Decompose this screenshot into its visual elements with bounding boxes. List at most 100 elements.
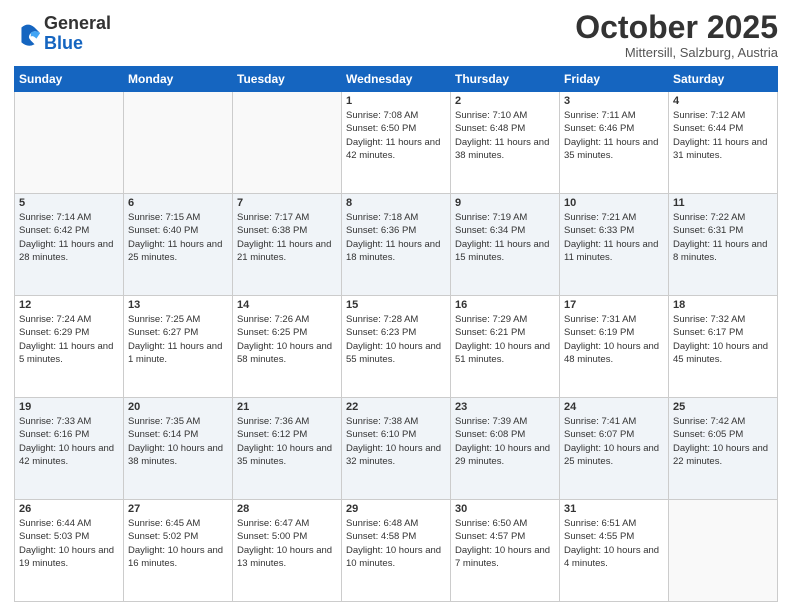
week-row-1: 5Sunrise: 7:14 AMSunset: 6:42 PMDaylight…: [15, 194, 778, 296]
day-info: Sunrise: 7:19 AMSunset: 6:34 PMDaylight:…: [455, 211, 555, 264]
day-number: 24: [564, 401, 664, 413]
daylight-text: Daylight: 10 hours and 45 minutes.: [673, 341, 768, 365]
sunset-text: Sunset: 5:02 PM: [128, 531, 198, 542]
week-row-4: 26Sunrise: 6:44 AMSunset: 5:03 PMDayligh…: [15, 500, 778, 602]
sunset-text: Sunset: 6:46 PM: [564, 123, 634, 134]
day-cell: 20Sunrise: 7:35 AMSunset: 6:14 PMDayligh…: [124, 398, 233, 500]
sunrise-text: Sunrise: 6:48 AM: [346, 518, 418, 529]
sunset-text: Sunset: 6:33 PM: [564, 225, 634, 236]
day-number: 16: [455, 299, 555, 311]
daylight-text: Daylight: 10 hours and 4 minutes.: [564, 545, 659, 569]
sunrise-text: Sunrise: 7:14 AM: [19, 212, 91, 223]
day-info: Sunrise: 7:29 AMSunset: 6:21 PMDaylight:…: [455, 313, 555, 366]
day-info: Sunrise: 6:47 AMSunset: 5:00 PMDaylight:…: [237, 517, 337, 570]
col-tuesday: Tuesday: [233, 67, 342, 92]
daylight-text: Daylight: 10 hours and 32 minutes.: [346, 443, 441, 467]
day-cell: 5Sunrise: 7:14 AMSunset: 6:42 PMDaylight…: [15, 194, 124, 296]
sunset-text: Sunset: 4:58 PM: [346, 531, 416, 542]
day-number: 10: [564, 197, 664, 209]
sunrise-text: Sunrise: 7:21 AM: [564, 212, 636, 223]
day-info: Sunrise: 7:26 AMSunset: 6:25 PMDaylight:…: [237, 313, 337, 366]
day-number: 1: [346, 95, 446, 107]
daylight-text: Daylight: 10 hours and 22 minutes.: [673, 443, 768, 467]
day-number: 23: [455, 401, 555, 413]
day-number: 30: [455, 503, 555, 515]
day-cell: 26Sunrise: 6:44 AMSunset: 5:03 PMDayligh…: [15, 500, 124, 602]
day-number: 18: [673, 299, 773, 311]
calendar-header: Sunday Monday Tuesday Wednesday Thursday…: [15, 67, 778, 92]
daylight-text: Daylight: 10 hours and 25 minutes.: [564, 443, 659, 467]
day-cell: 15 Sunrise: 7:28 AMSunset: 6:23 PMDayligh…: [342, 296, 451, 398]
day-info: Sunrise: 7:42 AMSunset: 6:05 PMDaylight:…: [673, 415, 773, 468]
sunset-text: Sunset: 6:16 PM: [19, 429, 89, 440]
sunrise-text: Sunrise: 7:25 AM: [128, 314, 200, 325]
day-info: Sunrise: 7:36 AMSunset: 6:12 PMDaylight:…: [237, 415, 337, 468]
daylight-text: Daylight: 10 hours and 42 minutes.: [19, 443, 114, 467]
day-cell: 27Sunrise: 6:45 AMSunset: 5:02 PMDayligh…: [124, 500, 233, 602]
day-cell: 8Sunrise: 7:18 AMSunset: 6:36 PMDaylight…: [342, 194, 451, 296]
week-row-3: 19Sunrise: 7:33 AMSunset: 6:16 PMDayligh…: [15, 398, 778, 500]
day-cell: 29Sunrise: 6:48 AMSunset: 4:58 PMDayligh…: [342, 500, 451, 602]
calendar-table: Sunday Monday Tuesday Wednesday Thursday…: [14, 66, 778, 602]
day-cell: 11Sunrise: 7:22 AMSunset: 6:31 PMDayligh…: [669, 194, 778, 296]
sunset-text: Sunset: 6:14 PM: [128, 429, 198, 440]
col-sunday: Sunday: [15, 67, 124, 92]
sunset-text: Sunset: 6:44 PM: [673, 123, 743, 134]
sunrise-text: Sunrise: 7:31 AM: [564, 314, 636, 325]
sunrise-text: Sunrise: 7:17 AM: [237, 212, 309, 223]
day-cell: [233, 92, 342, 194]
title-section: October 2025 Mittersill, Salzburg, Austr…: [575, 10, 778, 60]
col-friday: Friday: [560, 67, 669, 92]
location: Mittersill, Salzburg, Austria: [575, 45, 778, 60]
logo-text: General Blue: [44, 14, 111, 54]
page: General Blue October 2025 Mittersill, Sa…: [0, 0, 792, 612]
col-monday: Monday: [124, 67, 233, 92]
sunrise-text: Sunrise: 7:32 AM: [673, 314, 745, 325]
day-info: Sunrise: 6:51 AM Sunset: 4:55 PM Daylight:…: [564, 517, 664, 570]
sunrise-text: Sunrise: 6:51 AM: [564, 518, 636, 529]
day-number: 17: [564, 299, 664, 311]
logo-general: General: [44, 14, 111, 34]
sunset-text: Sunset: 6:38 PM: [237, 225, 307, 236]
sunset-text: Sunset: 6:07 PM: [564, 429, 634, 440]
day-info: Sunrise: 7:18 AMSunset: 6:36 PMDaylight:…: [346, 211, 446, 264]
day-number: 7: [237, 197, 337, 209]
day-info: Sunrise: 6:44 AMSunset: 5:03 PMDaylight:…: [19, 517, 119, 570]
daylight-text: Daylight: 11 hours and 21 minutes.: [237, 239, 331, 263]
daylight-text: Daylight: 11 hours and 35 minutes.: [564, 137, 658, 161]
day-cell: 1Sunrise: 7:08 AMSunset: 6:50 PMDaylight…: [342, 92, 451, 194]
sunrise-text: Sunrise: 7:39 AM: [455, 416, 527, 427]
daylight-text: Daylight: 10 hours and 29 minutes.: [455, 443, 550, 467]
col-wednesday: Wednesday: [342, 67, 451, 92]
day-cell: [15, 92, 124, 194]
sunset-text: Sunset: 6:27 PM: [128, 327, 198, 338]
day-cell: 30 Sunrise: 6:50 AMSunset: 4:57 PMDayligh…: [451, 500, 560, 602]
day-info: Sunrise: 7:28 AMSunset: 6:23 PMDaylight:…: [346, 313, 446, 366]
daylight-text: Daylight: 11 hours and 18 minutes.: [346, 239, 440, 263]
day-number: 13: [128, 299, 228, 311]
sunrise-text: Sunrise: 7:36 AM: [237, 416, 309, 427]
day-number: 31: [564, 503, 664, 515]
daylight-text: Daylight: 10 hours and 48 minutes.: [564, 341, 659, 365]
sunrise-text: Sunrise: 7:11 AM: [564, 110, 636, 121]
day-number: 12: [19, 299, 119, 311]
day-info: Sunrise: 7:39 AM Sunset: 6:08 PM Daylight:…: [455, 415, 555, 468]
day-info: Sunrise: 7:25 AMSunset: 6:27 PMDaylight:…: [128, 313, 228, 366]
day-number: 3: [564, 95, 664, 107]
day-info: Sunrise: 7:31 AMSunset: 6:19 PMDaylight:…: [564, 313, 664, 366]
week-row-0: 1Sunrise: 7:08 AMSunset: 6:50 PMDaylight…: [15, 92, 778, 194]
day-info: Sunrise: 6:50 AMSunset: 4:57 PMDaylight:…: [455, 517, 555, 570]
sunrise-text: Sunrise: 7:35 AM: [128, 416, 200, 427]
day-number: 5: [19, 197, 119, 209]
sunset-text: Sunset: 4:55 PM: [564, 531, 634, 542]
daylight-text: Daylight: 11 hours and 28 minutes.: [19, 239, 113, 263]
sunset-text: Sunset: 6:48 PM: [455, 123, 525, 134]
daylight-text: Daylight: 10 hours and 58 minutes.: [237, 341, 332, 365]
col-saturday: Saturday: [669, 67, 778, 92]
day-number: 11: [673, 197, 773, 209]
sunset-text: Sunset: 6:08 PM: [455, 429, 525, 440]
daylight-text: Daylight: 11 hours and 15 minutes.: [455, 239, 549, 263]
sunset-text: Sunset: 5:00 PM: [237, 531, 307, 542]
sunset-text: Sunset: 6:12 PM: [237, 429, 307, 440]
day-number: 15: [346, 299, 446, 311]
